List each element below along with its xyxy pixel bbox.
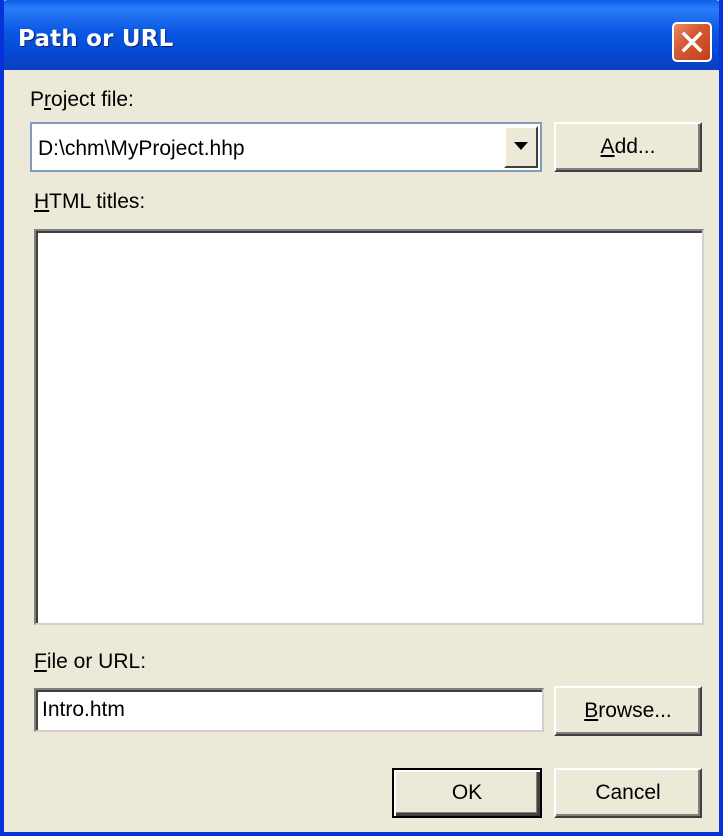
html-titles-listbox[interactable] — [34, 229, 704, 625]
close-icon — [681, 31, 703, 53]
project-file-combobox[interactable]: D:\chm\MyProject.hhp — [30, 122, 542, 172]
add-button[interactable]: Add... — [554, 122, 702, 172]
file-or-url-label: File or URL: — [34, 650, 147, 673]
project-file-label: Project file: — [30, 88, 134, 111]
close-button[interactable] — [672, 22, 712, 62]
file-or-url-input[interactable] — [34, 688, 544, 732]
title-bar[interactable]: Path or URL — [4, 0, 719, 70]
browse-button[interactable]: Browse... — [554, 686, 702, 736]
html-titles-label: HTML titles: — [34, 190, 146, 213]
window-title: Path or URL — [18, 26, 174, 52]
project-file-value: D:\chm\MyProject.hhp — [38, 137, 245, 160]
cancel-button[interactable]: Cancel — [554, 768, 702, 818]
chevron-down-icon — [514, 142, 528, 150]
ok-button[interactable]: OK — [392, 768, 542, 818]
dialog-window: Path or URL Project file: D:\chm\MyProje… — [0, 0, 723, 836]
combo-dropdown-button[interactable] — [504, 126, 538, 168]
